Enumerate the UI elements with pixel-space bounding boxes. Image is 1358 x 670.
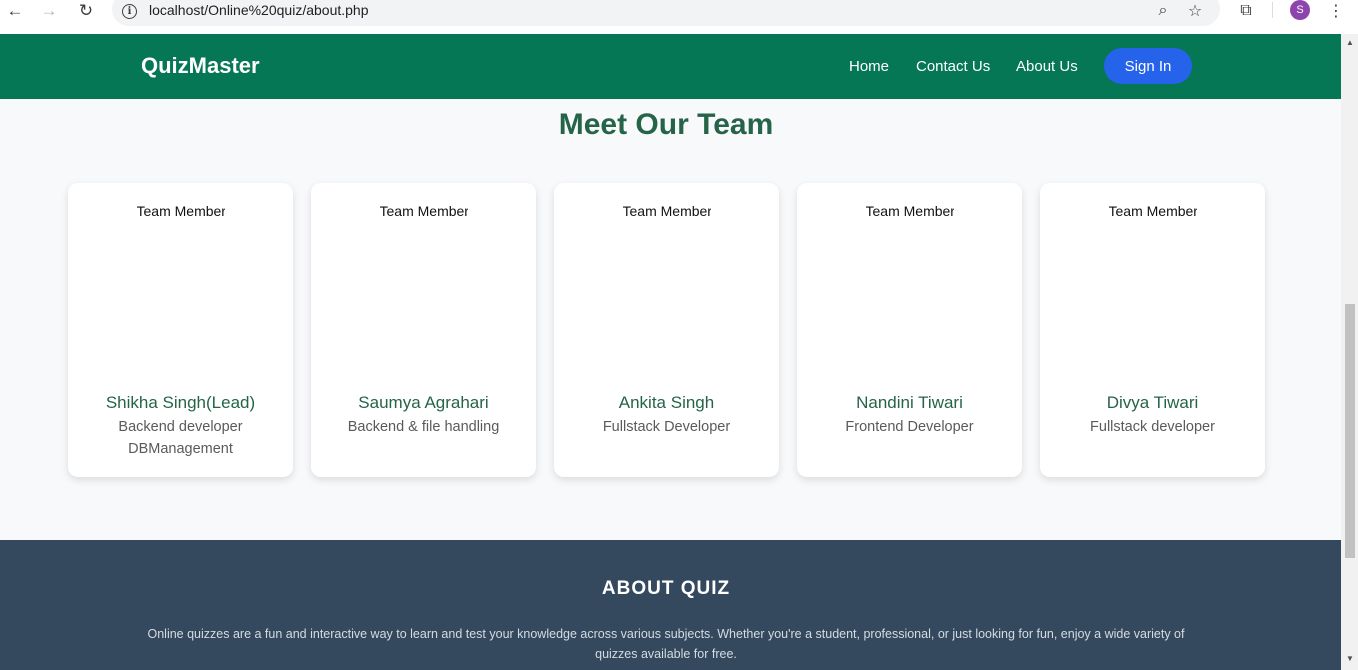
team-member-photo: Team Member <box>136 203 225 219</box>
team-member-role: Frontend Developer <box>845 419 974 435</box>
reload-icon[interactable]: ↻ <box>72 0 100 22</box>
forward-icon[interactable]: → <box>35 0 63 22</box>
scroll-down-icon[interactable]: ▼ <box>1345 653 1355 663</box>
about-quiz-title: ABOUT QUIZ <box>601 578 731 599</box>
site-info-icon[interactable]: i <box>122 4 137 19</box>
nav-link-contact[interactable]: Contact Us <box>916 58 990 75</box>
browser-menu-icon[interactable]: ⋮ <box>1324 0 1348 22</box>
brand-logo[interactable]: QuizMaster <box>141 53 260 79</box>
team-member-name: Saumya Agrahari <box>358 393 489 412</box>
team-member-photo: Team Member <box>622 203 711 219</box>
team-member-card: Team Member Divya Tiwari Fullstack devel… <box>1040 183 1265 477</box>
back-icon[interactable]: ← <box>1 0 29 22</box>
team-member-name: Divya Tiwari <box>1106 393 1199 412</box>
team-member-photo: Team Member <box>865 203 954 219</box>
page-viewport: QuizMaster Home Contact Us About Us Sign… <box>0 34 1341 670</box>
team-member-card: Team Member Saumya Agrahari Backend & fi… <box>311 183 536 477</box>
team-member-name: Nandini Tiwari <box>856 393 963 412</box>
sign-in-button[interactable]: Sign In <box>1104 48 1192 84</box>
team-member-photo: Team Member <box>379 203 468 219</box>
bookmark-star-icon[interactable]: ☆ <box>1184 0 1206 22</box>
team-member-card: Team Member Ankita Singh Fullstack Devel… <box>554 183 779 477</box>
about-quiz-text: Online quizzes are a fun and interactive… <box>147 627 1185 661</box>
site-navbar: QuizMaster Home Contact Us About Us Sign… <box>0 34 1341 99</box>
team-member-role: Backend & file handling <box>347 419 500 435</box>
team-member-card: Team Member Nandini Tiwari Frontend Deve… <box>797 183 1022 477</box>
team-member-name: Ankita Singh <box>618 393 715 412</box>
team-section-title: Meet Our Team <box>558 108 774 141</box>
team-member-role: Backend developer DBManagement <box>118 419 243 457</box>
team-member-card: Team Member Shikha Singh(Lead) Backend d… <box>68 183 293 477</box>
team-member-role: Fullstack Developer <box>602 419 731 435</box>
address-bar[interactable]: i localhost/Online%20quiz/about.php ⌕ ☆ <box>112 0 1220 26</box>
page-scrollbar[interactable]: ▲ ▼ <box>1341 34 1358 670</box>
extensions-icon[interactable]: ⧉ <box>1234 0 1258 22</box>
toolbar-divider <box>1272 2 1273 18</box>
profile-avatar[interactable]: S <box>1290 0 1310 20</box>
nav-link-about[interactable]: About Us <box>1016 58 1078 75</box>
zoom-icon[interactable]: ⌕ <box>1152 0 1174 22</box>
team-member-role: Fullstack developer <box>1090 419 1215 435</box>
about-quiz-section: ABOUT QUIZ Online quizzes are a fun and … <box>0 540 1341 670</box>
address-url[interactable]: localhost/Online%20quiz/about.php <box>149 2 369 18</box>
scroll-up-icon[interactable]: ▲ <box>1345 37 1355 47</box>
nav-link-home[interactable]: Home <box>849 58 889 75</box>
browser-toolbar: ← → ↻ i localhost/Online%20quiz/about.ph… <box>0 0 1358 34</box>
team-member-name: Shikha Singh(Lead) <box>105 393 256 412</box>
team-member-photo: Team Member <box>1108 203 1197 219</box>
scroll-thumb[interactable] <box>1345 304 1355 558</box>
